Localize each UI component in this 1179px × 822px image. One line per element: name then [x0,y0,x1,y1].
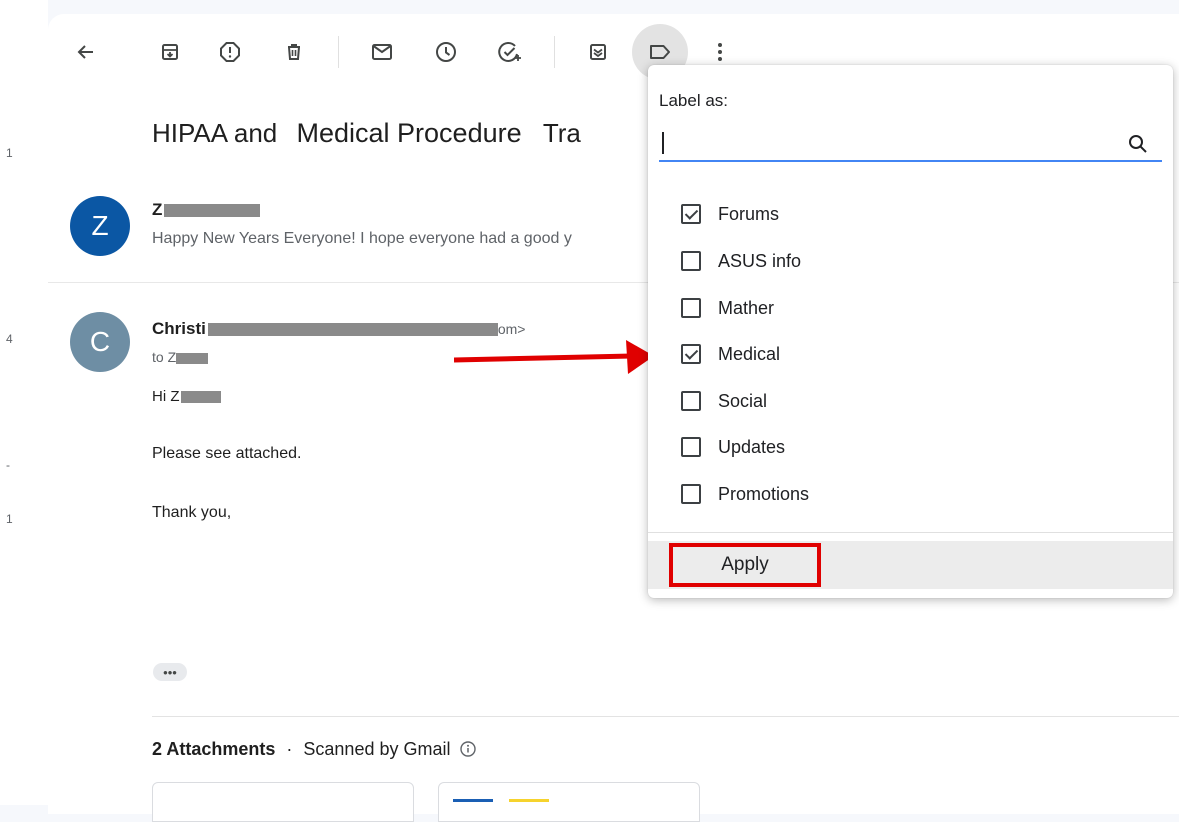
thumbnail-preview-line [509,799,549,802]
sender-name-text: Christi [152,319,206,338]
annotation-arrow [454,340,654,374]
label-name: Promotions [718,483,810,504]
info-icon[interactable] [459,741,476,757]
edge-mark: 1 [6,512,13,526]
subject-part: Tra [542,118,581,148]
checkbox[interactable] [681,391,701,411]
add-task-button[interactable] [492,34,528,70]
redacted-block [180,391,221,404]
label-option-promotions[interactable]: Promotions [648,471,1173,517]
attachment-thumbnail[interactable] [438,782,700,822]
more-vert-icon [718,43,722,61]
text-caret [662,132,664,154]
mark-unread-button[interactable] [364,34,400,70]
email-subject: HIPAA and Medical Procedure Tra [152,112,581,149]
label-name: Social [718,390,768,411]
separator-dot: · [286,739,293,759]
sender-email-tail: om> [497,321,526,337]
checkbox[interactable] [681,298,701,318]
show-trimmed-content-button[interactable]: ••• [153,663,187,681]
archive-button[interactable] [152,34,188,70]
apply-button[interactable]: Apply [669,543,821,587]
edge-mark: - [6,458,10,472]
toolbar-separator [554,36,555,68]
greeting-text: Hi Z [152,388,180,405]
label-name: Mather [718,297,775,318]
message-snippet[interactable]: Happy New Years Everyone! I hope everyon… [152,230,572,248]
clock-icon [436,42,456,62]
checkbox[interactable] [681,251,701,271]
trash-icon [288,44,300,60]
checkbox[interactable] [681,484,701,504]
label-option-asus-info[interactable]: ASUS info [648,238,1173,284]
report-icon [220,42,240,62]
checkbox[interactable] [681,437,701,457]
menu-divider [648,532,1173,533]
label-option-social[interactable]: Social [648,378,1173,424]
scanned-label: Scanned by Gmail [303,739,451,759]
avatar[interactable]: Z [70,196,130,256]
label-as-menu: Label as: Forums ASUS info Mather Medica… [648,65,1173,598]
redacted-block [176,352,209,364]
sender-name[interactable]: Z [152,200,261,220]
edge-mark: 4 [6,332,13,346]
label-icon [650,45,670,59]
snooze-button[interactable] [428,34,464,70]
body-line: Please see attached. [152,445,302,462]
subject-part: HIPAA and [152,118,278,148]
attachments-count: 2 Attachments [152,739,276,759]
subject-part: Medical Procedure [296,118,522,148]
label-name: Medical [718,343,781,364]
recipient-line[interactable]: to Z [152,349,209,365]
greeting-line: Hi Z [152,388,221,405]
move-to-button[interactable] [580,34,616,70]
checkbox-checked[interactable] [681,204,701,224]
label-option-forums[interactable]: Forums [648,191,1173,237]
apply-row: Apply [648,541,1173,589]
thumbnail-preview-line [453,799,493,802]
attachments-header: 2 Attachments · Scanned by Gmail [152,739,476,760]
label-search-input[interactable] [659,128,1162,162]
edge-mark: 1 [6,146,13,160]
attachment-thumbnail[interactable] [152,782,414,822]
menu-title: Label as: [659,91,728,110]
mail-icon [372,44,392,60]
back-button[interactable] [68,34,104,70]
label-option-medical[interactable]: Medical [648,331,1173,377]
label-option-mather[interactable]: Mather [648,285,1173,331]
toolbar-separator [338,36,339,68]
avatar[interactable]: C [70,312,130,372]
add-task-icon [498,41,521,62]
sender-name[interactable]: Christi om> [152,319,525,339]
delete-button[interactable] [276,34,312,70]
archive-icon [162,44,178,60]
label-name: Updates [718,436,786,457]
checkbox-checked[interactable] [681,344,701,364]
arrow-left-icon [77,45,93,59]
recipient-text: to Z [152,349,177,365]
label-option-updates[interactable]: Updates [648,424,1173,470]
sender-name-text: Z [152,200,163,219]
avatar-letter: Z [91,210,109,241]
redacted-block [207,323,498,337]
left-strip: 1 4 - 1 [0,0,48,805]
label-name: ASUS info [718,250,802,271]
attachments-divider [152,716,1179,717]
avatar-letter: C [89,326,111,357]
label-name: Forums [718,203,780,224]
redacted-block [164,204,261,218]
report-spam-button[interactable] [212,34,248,70]
search-icon[interactable] [1128,134,1148,154]
closing-line: Thank you, [152,504,232,521]
move-to-icon [590,44,606,60]
